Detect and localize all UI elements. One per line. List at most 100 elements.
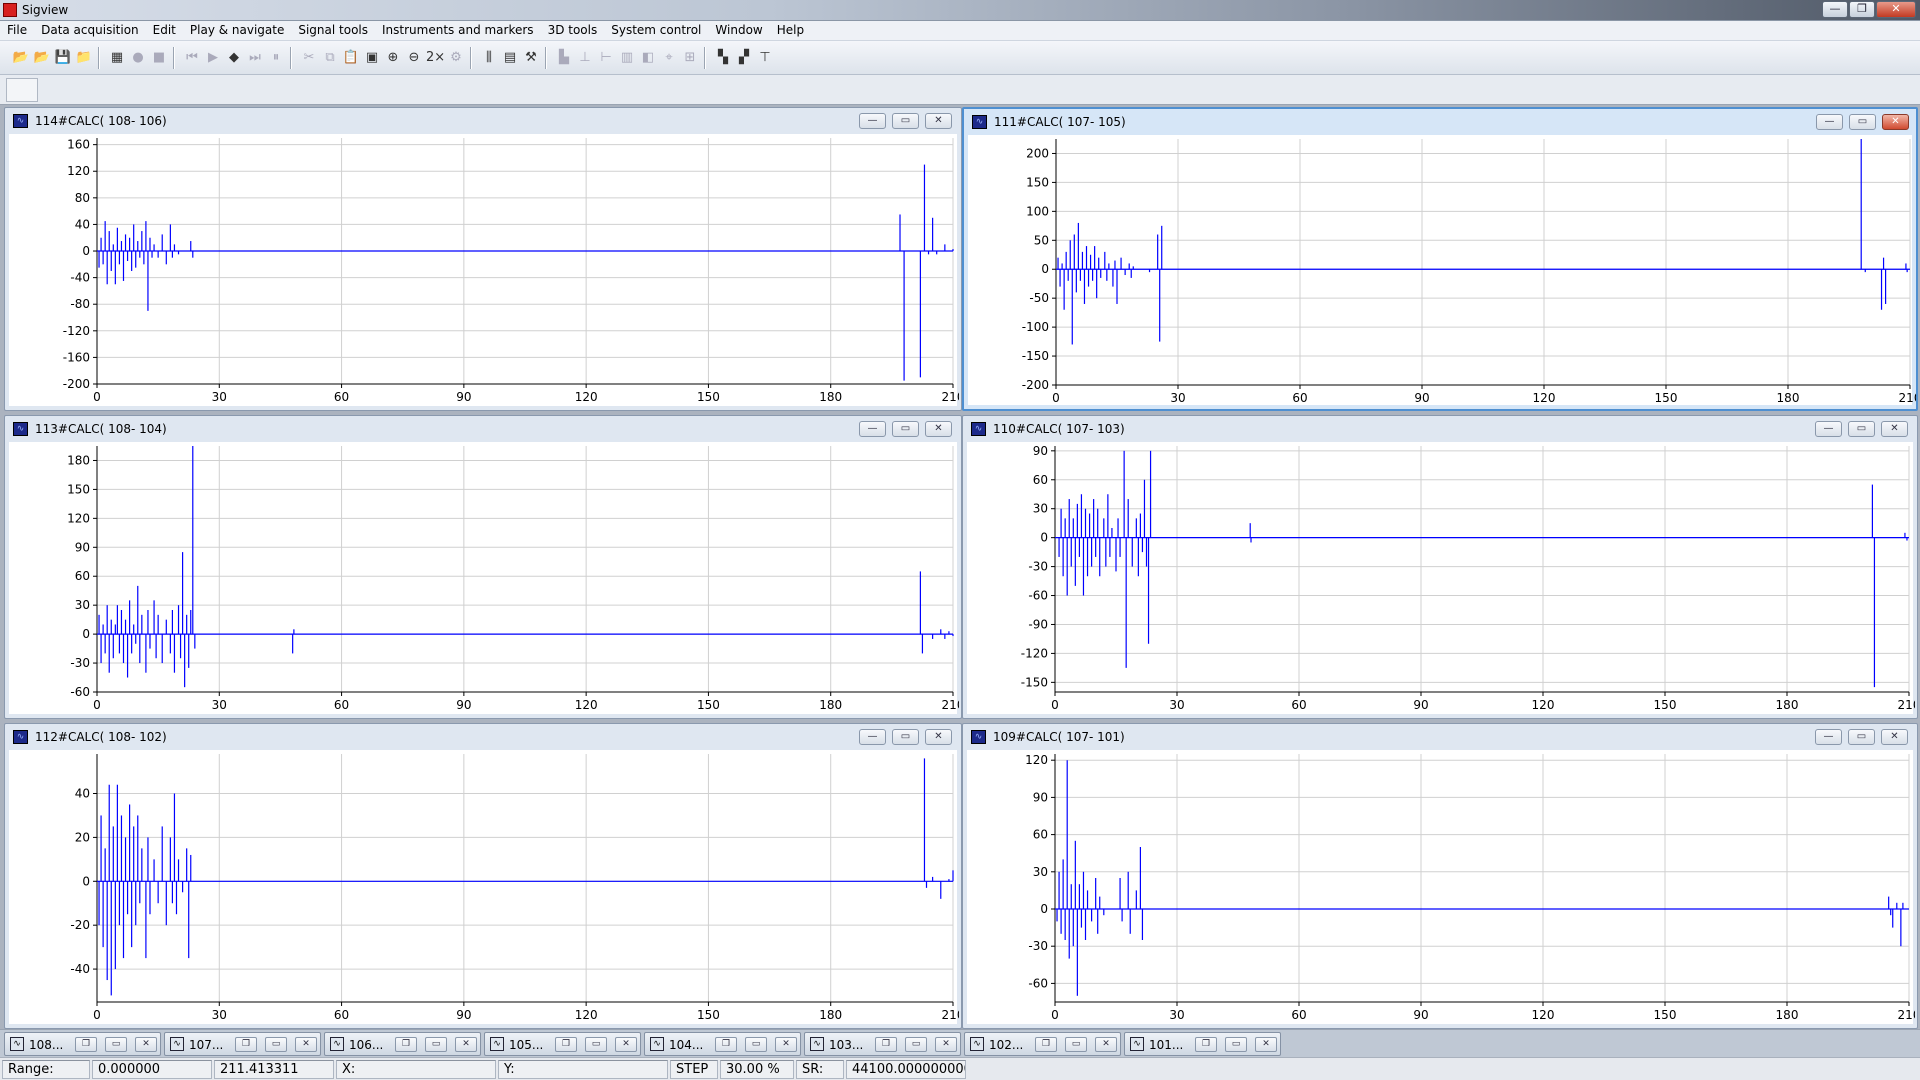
open-folder-icon[interactable]: 📂	[12, 49, 30, 67]
pause-icon[interactable]: ⏸	[267, 49, 285, 67]
signal-window-titlebar[interactable]: ∿ 109#CALC( 107- 101) — ▭ ✕	[963, 724, 1917, 749]
maximize-button[interactable]: ▭	[105, 1037, 127, 1052]
minimized-window-tab[interactable]: ∿ 104... ❐ ▭ ✕	[644, 1032, 801, 1056]
window-maximize-button[interactable]: ▭	[892, 421, 919, 437]
window-minimize-button[interactable]: —	[1816, 114, 1843, 130]
cascade-icon[interactable]: ▞	[735, 49, 753, 67]
open-recent-icon[interactable]: 📁	[75, 49, 93, 67]
copy-icon[interactable]: ⧉	[321, 49, 339, 67]
restore-button[interactable]: ❐	[875, 1037, 897, 1052]
restore-button[interactable]: ❐	[75, 1037, 97, 1052]
play-loop-icon[interactable]: ◆	[225, 49, 243, 67]
signal-window[interactable]: ∿ 110#CALC( 107- 103) — ▭ ✕ 0 30 60 90 120 15…	[962, 415, 1918, 719]
zoom-2x-icon[interactable]: 2×	[426, 49, 445, 67]
properties-icon[interactable]: ⚙	[447, 49, 465, 67]
window-close-button[interactable]: ✕	[1881, 421, 1908, 437]
maximize-button[interactable]: ▭	[265, 1037, 287, 1052]
zoom-fit-icon[interactable]: ▣	[363, 49, 381, 67]
paste-icon[interactable]: 📋	[342, 49, 360, 67]
signal-window-titlebar[interactable]: ∿ 114#CALC( 108- 106) — ▭ ✕	[5, 108, 961, 133]
signal-window[interactable]: ∿ 111#CALC( 107- 105) — ▭ ✕ 0 30 60 90 120 15…	[962, 107, 1918, 411]
signal-plot-area[interactable]: 0 30 60 90 120 150 180 210 40 20 0 -20 -40	[9, 750, 959, 1026]
signal-window-titlebar[interactable]: ∿ 113#CALC( 108- 104) — ▭ ✕	[5, 416, 961, 441]
close-button[interactable]: ✕	[1255, 1037, 1277, 1052]
window-minimize-button[interactable]: —	[859, 729, 886, 745]
minimized-window-tab[interactable]: ∿ 102... ❐ ▭ ✕	[964, 1032, 1121, 1056]
restore-button[interactable]: ❐	[555, 1037, 577, 1052]
window-close-button[interactable]: ✕	[925, 729, 952, 745]
menu-item-3d-tools[interactable]: 3D tools	[541, 21, 605, 37]
calculator-icon[interactable]: ▤	[501, 49, 519, 67]
close-button[interactable]: ✕	[455, 1037, 477, 1052]
signal-plot-area[interactable]: 0 30 60 90 120 150 180 210 90 60 30 0 -30 -60 -90 -120 -…	[967, 442, 1915, 716]
menu-item-edit[interactable]: Edit	[146, 21, 183, 37]
stop-icon[interactable]: ■	[150, 49, 168, 67]
menu-item-system-control[interactable]: System control	[604, 21, 708, 37]
menu-item-play-navigate[interactable]: Play & navigate	[183, 21, 291, 37]
restore-button[interactable]: ❐	[395, 1037, 417, 1052]
signal-window[interactable]: ∿ 113#CALC( 108- 104) — ▭ ✕ 0 30 60 90 120 15…	[4, 415, 962, 719]
tree-icon[interactable]: ⊤	[756, 49, 774, 67]
toolbar-grip[interactable]	[6, 78, 38, 102]
signal-plot-area[interactable]: 0 30 60 90 120 150 180 210 200 150 100 50 0 -50 -100 -1…	[968, 135, 1916, 405]
zoom-out-icon[interactable]: ⊖	[405, 49, 423, 67]
menu-item-signal-tools[interactable]: Signal tools	[291, 21, 375, 37]
zoom-in-icon[interactable]: ⊕	[384, 49, 402, 67]
signal-window-titlebar[interactable]: ∿ 111#CALC( 107- 105) — ▭ ✕	[964, 109, 1916, 134]
signal-chart[interactable]: 0 30 60 90 120 150 180 210 120 90 60 30 0 -30 -60	[967, 750, 1915, 1026]
filter-icon[interactable]: ◧	[639, 49, 657, 67]
save-icon[interactable]: 💾	[54, 49, 72, 67]
cursor-icon[interactable]: ⌖	[660, 49, 678, 67]
tile-icon[interactable]: ▚	[714, 49, 732, 67]
window-maximize-button[interactable]: ▭	[1848, 729, 1875, 745]
window-minimize-button[interactable]: —	[859, 113, 886, 129]
close-button[interactable]: ✕	[615, 1037, 637, 1052]
window-close-button[interactable]: ✕	[925, 113, 952, 129]
maximize-button[interactable]: ▭	[745, 1037, 767, 1052]
minimized-window-tab[interactable]: ∿ 106... ❐ ▭ ✕	[324, 1032, 481, 1056]
window-maximize-button[interactable]: ▭	[1848, 421, 1875, 437]
restore-button[interactable]: ❐	[235, 1037, 257, 1052]
close-button[interactable]: ✕	[775, 1037, 797, 1052]
minimized-window-tab[interactable]: ∿ 103... ❐ ▭ ✕	[804, 1032, 961, 1056]
signal-plot-area[interactable]: 0 30 60 90 120 150 180 210 160 120 80 40 0 -40 -80 -120…	[9, 134, 959, 408]
signal-chart[interactable]: 0 30 60 90 120 150 180 210 160 120 80 40 0 -40 -80 -120…	[9, 134, 959, 408]
close-button[interactable]: ✕	[1876, 1, 1916, 18]
restore-button[interactable]: ❐	[1195, 1037, 1217, 1052]
restore-button[interactable]: ❐	[715, 1037, 737, 1052]
signal-plot-area[interactable]: 0 30 60 90 120 150 180 210 180 150 120 90 60 30 0 -30 -6…	[9, 442, 959, 714]
minimized-window-tab[interactable]: ∿ 107... ❐ ▭ ✕	[164, 1032, 321, 1056]
axis-icon[interactable]: ⊥	[576, 49, 594, 67]
record-settings-icon[interactable]: ▦	[108, 49, 126, 67]
maximize-button[interactable]: ▭	[1065, 1037, 1087, 1052]
window-close-button[interactable]: ✕	[925, 421, 952, 437]
signal-chart[interactable]: 0 30 60 90 120 150 180 210 200 150 100 50 0 -50 -100 -1…	[968, 135, 1916, 409]
menu-item-data-acquisition[interactable]: Data acquisition	[34, 21, 146, 37]
table-icon[interactable]: ▥	[618, 49, 636, 67]
go-start-icon[interactable]: ⏮	[183, 49, 201, 67]
window-minimize-button[interactable]: —	[1815, 421, 1842, 437]
menu-item-help[interactable]: Help	[770, 21, 811, 37]
minimized-window-tab[interactable]: ∿ 108... ❐ ▭ ✕	[4, 1032, 161, 1056]
spectrum-icon[interactable]: ⫼	[480, 49, 498, 67]
window-maximize-button[interactable]: ▭	[892, 729, 919, 745]
rec-icon[interactable]: ●	[129, 49, 147, 67]
window-minimize-button[interactable]: —	[1815, 729, 1842, 745]
markers-icon[interactable]: ⊢	[597, 49, 615, 67]
minimized-window-tab[interactable]: ∿ 101... ❐ ▭ ✕	[1124, 1032, 1281, 1056]
window-maximize-button[interactable]: ▭	[892, 113, 919, 129]
signal-chart[interactable]: 0 30 60 90 120 150 180 210 40 20 0 -20 -40	[9, 750, 959, 1026]
grid-icon[interactable]: ⊞	[681, 49, 699, 67]
play-icon[interactable]: ▶	[204, 49, 222, 67]
close-button[interactable]: ✕	[935, 1037, 957, 1052]
cut-icon[interactable]: ✂	[300, 49, 318, 67]
maximize-button[interactable]: ▭	[585, 1037, 607, 1052]
signal-chart[interactable]: 0 30 60 90 120 150 180 210 90 60 30 0 -30 -60 -90 -120 -…	[967, 442, 1915, 716]
minimize-button[interactable]: —	[1822, 1, 1848, 18]
maximize-button[interactable]: ❐	[1849, 1, 1875, 18]
maximize-button[interactable]: ▭	[425, 1037, 447, 1052]
signal-window-titlebar[interactable]: ∿ 110#CALC( 107- 103) — ▭ ✕	[963, 416, 1917, 441]
signal-window[interactable]: ∿ 114#CALC( 108- 106) — ▭ ✕ 0 30 60 90 120 15…	[4, 107, 962, 411]
signal-window[interactable]: ∿ 109#CALC( 107- 101) — ▭ ✕ 0 30 60 90 120 15…	[962, 723, 1918, 1029]
maximize-button[interactable]: ▭	[1225, 1037, 1247, 1052]
